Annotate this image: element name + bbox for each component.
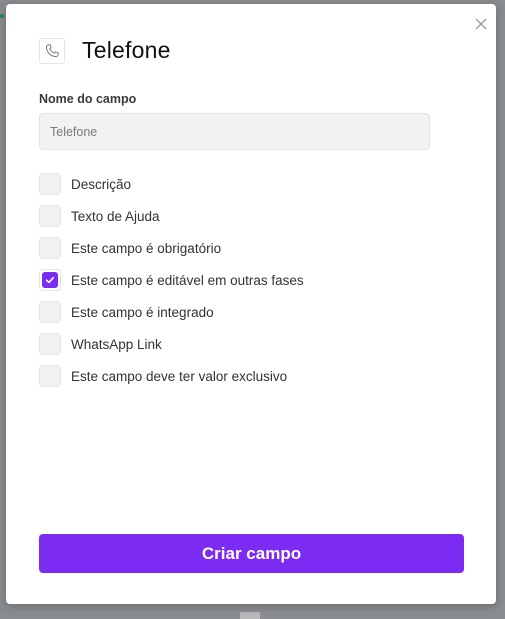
phone-icon <box>39 37 65 64</box>
checkbox[interactable] <box>39 365 61 387</box>
options-list: Descrição Texto de Ajuda Este campo é ob… <box>39 168 304 392</box>
close-icon <box>475 18 487 30</box>
checkbox[interactable] <box>39 301 61 323</box>
option-label: Este campo é obrigatório <box>71 240 222 256</box>
checkbox[interactable] <box>39 173 61 195</box>
background-sliver <box>240 612 260 619</box>
close-button[interactable] <box>473 16 489 32</box>
field-name-input[interactable] <box>39 113 430 150</box>
option-label: Descrição <box>71 176 132 192</box>
create-field-modal: Telefone Nome do campo Descrição Texto d… <box>6 4 496 604</box>
option-whatsapp-link[interactable]: WhatsApp Link <box>39 328 304 360</box>
checkmark-icon <box>42 272 58 288</box>
create-field-button[interactable]: Criar campo <box>39 534 464 573</box>
option-texto-de-ajuda[interactable]: Texto de Ajuda <box>39 200 304 232</box>
option-valor-exclusivo[interactable]: Este campo deve ter valor exclusivo <box>39 360 304 392</box>
option-editavel-outras-fases[interactable]: Este campo é editável em outras fases <box>39 264 304 296</box>
checkbox[interactable] <box>39 205 61 227</box>
checkbox-checked[interactable] <box>39 269 61 291</box>
checkbox[interactable] <box>39 237 61 259</box>
field-name-label: Nome do campo <box>39 92 137 106</box>
option-integrado[interactable]: Este campo é integrado <box>39 296 304 328</box>
option-label: Este campo deve ter valor exclusivo <box>71 368 288 384</box>
option-label: Este campo é integrado <box>71 304 214 320</box>
option-label: WhatsApp Link <box>71 336 162 352</box>
option-descricao[interactable]: Descrição <box>39 168 304 200</box>
modal-title: Telefone <box>82 37 171 63</box>
option-label: Texto de Ajuda <box>71 208 160 224</box>
option-obrigatorio[interactable]: Este campo é obrigatório <box>39 232 304 264</box>
option-label: Este campo é editável em outras fases <box>71 272 304 288</box>
background-accent <box>0 14 4 18</box>
checkbox[interactable] <box>39 333 61 355</box>
modal-header: Telefone <box>39 37 171 64</box>
